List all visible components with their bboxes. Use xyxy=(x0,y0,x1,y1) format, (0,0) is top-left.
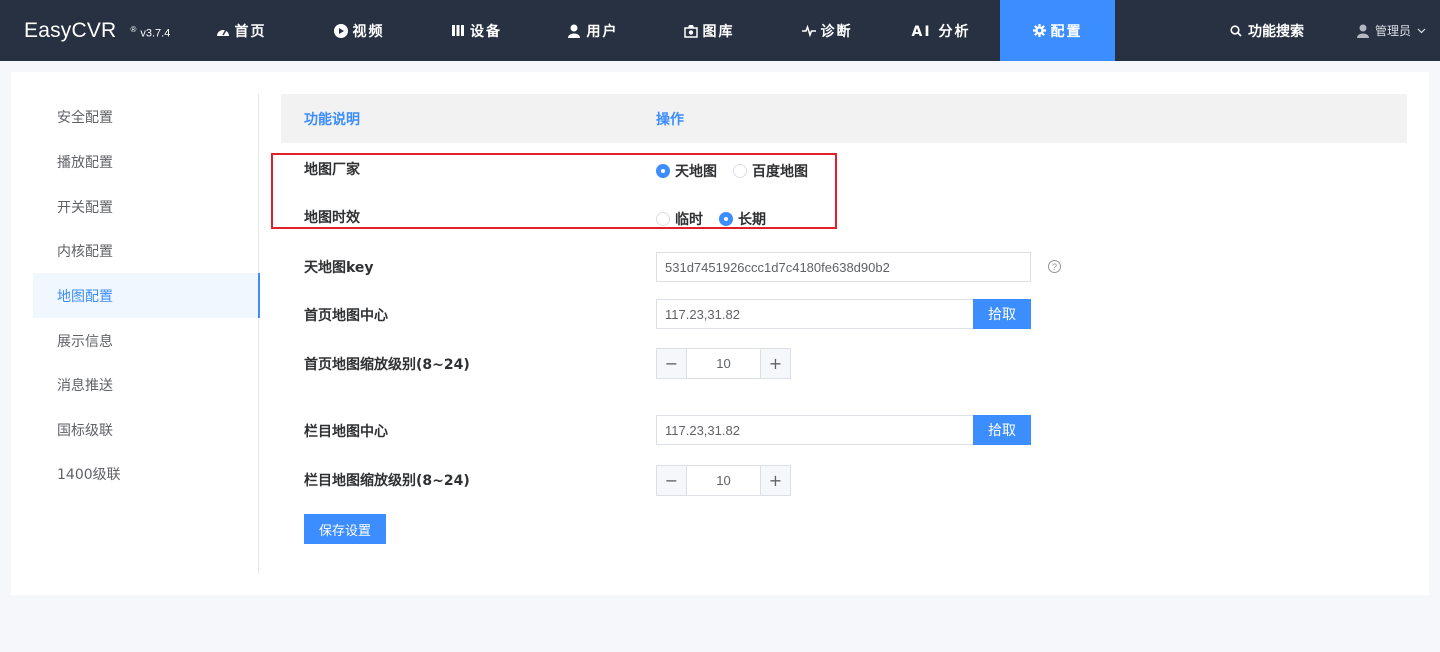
save-settings-button[interactable]: 保存设置 xyxy=(304,514,386,544)
map-validity-label: 地图时效 xyxy=(304,210,360,226)
column-header-description: 功能说明 xyxy=(304,111,360,128)
map-vendor-radio-group: 天地图 百度地图 xyxy=(656,161,824,181)
column-map-pick-button[interactable]: 拾取 xyxy=(973,415,1031,445)
tianditu-key-label: 天地图key xyxy=(304,260,374,276)
radio-checked-icon xyxy=(719,212,733,226)
nav-device-label: 设备 xyxy=(470,23,502,40)
nav-ai-analysis-label: AI 分析 xyxy=(911,23,971,40)
increment-button[interactable]: + xyxy=(760,349,790,378)
user-menu[interactable]: 管理员 xyxy=(1356,0,1426,61)
sidebar-item-map[interactable]: 地图配置 xyxy=(33,273,260,318)
user-name: 管理员 xyxy=(1375,24,1412,38)
column-map-zoom-stepper: − 10 + xyxy=(656,465,791,496)
nav-diagnose-label: 诊断 xyxy=(820,23,853,40)
sidebar-item-switch[interactable]: 开关配置 xyxy=(33,184,259,229)
top-navbar: EasyCVR ® v3.7.4 首页 视频 设备 用户 图库 诊断 AI 分析… xyxy=(0,0,1440,61)
registered-mark: ® xyxy=(130,25,137,35)
home-map-pick-button[interactable]: 拾取 xyxy=(973,299,1031,329)
nav-diagnose[interactable]: 诊断 xyxy=(786,0,868,61)
decrement-button[interactable]: − xyxy=(657,349,687,378)
brand[interactable]: EasyCVR ® v3.7.4 xyxy=(24,0,170,61)
increment-button[interactable]: + xyxy=(760,466,790,495)
gallery-icon xyxy=(683,24,698,38)
search-icon xyxy=(1230,24,1242,37)
radio-baidu-map[interactable]: 百度地图 xyxy=(733,161,808,181)
map-validity-radio-group: 临时 长期 xyxy=(656,209,782,229)
sidebar-item-message-push[interactable]: 消息推送 xyxy=(33,362,259,407)
radio-label: 临时 xyxy=(675,212,703,228)
column-map-center-label: 栏目地图中心 xyxy=(304,424,388,440)
nav-config[interactable]: 配置 xyxy=(1000,0,1115,61)
device-icon xyxy=(452,24,465,37)
radio-temporary[interactable]: 临时 xyxy=(656,209,703,229)
feature-search-label: 功能搜索 xyxy=(1248,23,1304,40)
sidebar-item-1400-cascade[interactable]: 1400级联 xyxy=(33,451,259,496)
radio-long-term[interactable]: 长期 xyxy=(719,209,766,229)
sidebar-item-label: 内核配置 xyxy=(57,243,113,260)
version-text: v3.7.4 xyxy=(140,27,171,40)
map-vendor-label: 地图厂家 xyxy=(304,162,360,178)
home-map-zoom-stepper: − 10 + xyxy=(656,348,791,379)
dashboard-icon xyxy=(216,25,230,37)
user-icon xyxy=(567,24,582,38)
sidebar-item-label: 1400级联 xyxy=(57,466,121,483)
nav-home[interactable]: 首页 xyxy=(200,0,282,61)
sidebar-item-label: 安全配置 xyxy=(57,109,113,126)
version-label: ® v3.7.4 xyxy=(130,25,170,40)
nav-user-label: 用户 xyxy=(586,23,619,40)
gear-icon xyxy=(1032,24,1046,37)
sidebar-item-label: 播放配置 xyxy=(57,154,113,171)
main-card: 安全配置 播放配置 开关配置 内核配置 地图配置 展示信息 消息推送 国标级联 … xyxy=(11,72,1429,595)
feature-search-button[interactable]: 功能搜索 xyxy=(1230,0,1304,61)
nav-video-label: 视频 xyxy=(352,23,385,40)
nav-gallery-label: 图库 xyxy=(702,23,735,40)
decrement-button[interactable]: − xyxy=(657,466,687,495)
radio-unchecked-icon xyxy=(656,212,670,226)
nav-user[interactable]: 用户 xyxy=(552,0,634,61)
column-map-zoom-value[interactable]: 10 xyxy=(687,466,760,495)
tianditu-key-input[interactable]: 531d7451926ccc1d7c4180fe638d90b2 xyxy=(656,252,1031,282)
nav-device[interactable]: 设备 xyxy=(436,0,518,61)
sidebar-item-label: 地图配置 xyxy=(57,288,113,305)
settings-table-header: 功能说明 操作 xyxy=(281,94,1407,143)
radio-tianditu[interactable]: 天地图 xyxy=(656,161,717,181)
pulse-icon xyxy=(801,24,816,37)
play-icon xyxy=(333,23,348,38)
column-header-action: 操作 xyxy=(656,111,684,128)
radio-label: 长期 xyxy=(738,212,766,228)
sidebar-item-display-info[interactable]: 展示信息 xyxy=(33,318,259,363)
nav-video[interactable]: 视频 xyxy=(318,0,400,61)
config-sidebar: 安全配置 播放配置 开关配置 内核配置 地图配置 展示信息 消息推送 国标级联 … xyxy=(33,94,260,574)
sidebar-item-gb-cascade[interactable]: 国标级联 xyxy=(33,407,259,452)
user-avatar-icon xyxy=(1356,24,1370,38)
radio-unchecked-icon xyxy=(733,164,747,178)
chevron-down-icon xyxy=(1417,28,1426,34)
radio-checked-icon xyxy=(656,164,670,178)
nav-config-label: 配置 xyxy=(1050,23,1083,40)
nav-home-label: 首页 xyxy=(234,23,267,40)
sidebar-item-label: 展示信息 xyxy=(57,333,113,350)
sidebar-item-label: 国标级联 xyxy=(57,422,113,439)
sidebar-item-label: 消息推送 xyxy=(57,377,113,394)
nav-ai-analysis[interactable]: AI 分析 xyxy=(900,0,982,61)
radio-label: 百度地图 xyxy=(752,164,808,180)
help-icon[interactable]: ? xyxy=(1048,260,1061,273)
home-map-zoom-label: 首页地图缩放级别(8~24) xyxy=(304,357,470,373)
sidebar-item-label: 开关配置 xyxy=(57,199,113,216)
radio-label: 天地图 xyxy=(675,164,717,180)
sidebar-item-kernel[interactable]: 内核配置 xyxy=(33,228,259,273)
sidebar-item-playback[interactable]: 播放配置 xyxy=(33,139,259,184)
column-map-center-input[interactable]: 117.23,31.82 xyxy=(656,415,974,445)
column-map-zoom-label: 栏目地图缩放级别(8~24) xyxy=(304,473,470,489)
home-map-center-input[interactable]: 117.23,31.82 xyxy=(656,299,974,329)
sidebar-item-security[interactable]: 安全配置 xyxy=(33,94,259,139)
nav-gallery[interactable]: 图库 xyxy=(668,0,750,61)
brand-name: EasyCVR xyxy=(24,18,117,42)
home-map-zoom-value[interactable]: 10 xyxy=(687,349,760,378)
home-map-center-label: 首页地图中心 xyxy=(304,308,388,324)
